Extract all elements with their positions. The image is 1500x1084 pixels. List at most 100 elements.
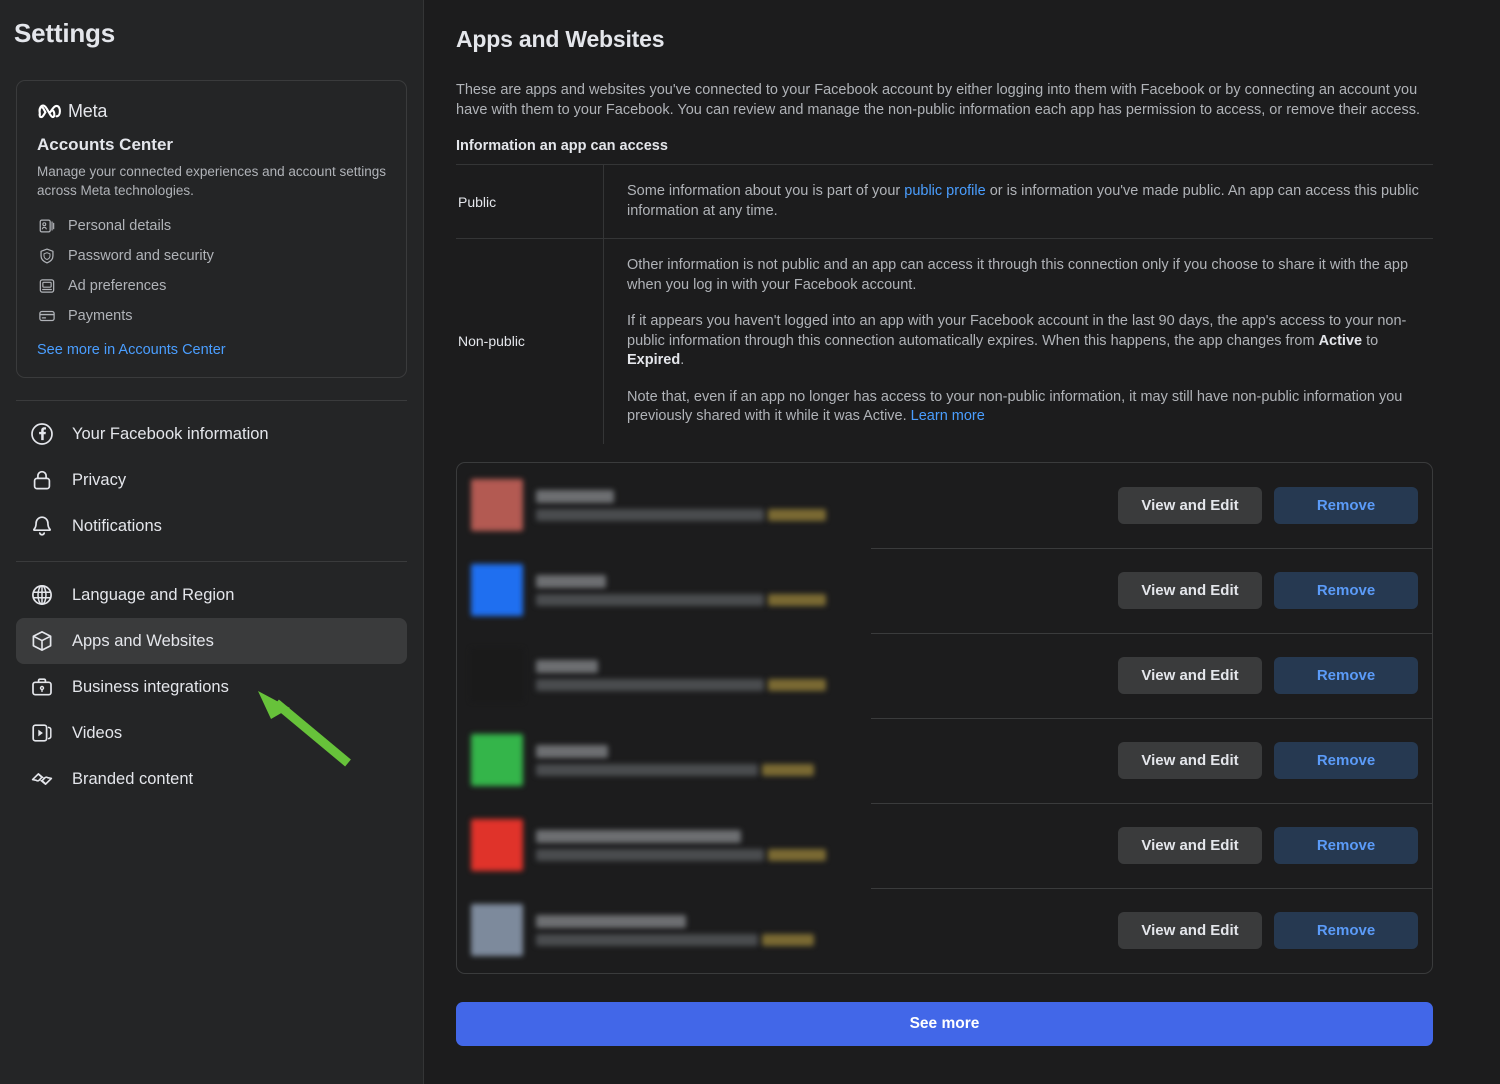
sidebar-item-label: Branded content [72, 769, 194, 788]
sidebar-item-branded-content[interactable]: Branded content [16, 756, 407, 802]
text-run: Note that, even if an app no longer has … [627, 388, 1403, 425]
sidebar-item-language-and-region[interactable]: Language and Region [16, 572, 407, 618]
info-paragraph: Note that, even if an app no longer has … [627, 388, 1433, 427]
text-run: to [1362, 332, 1379, 349]
blurred-status-text [768, 593, 826, 606]
handshake-icon [30, 767, 54, 791]
remove-button[interactable]: Remove [1274, 656, 1418, 694]
blurred-text [536, 678, 764, 691]
sidebar-item-label: Business integrations [72, 677, 229, 696]
app-detail-blurred [536, 848, 826, 861]
credit-card-icon [37, 306, 57, 326]
accounts-center-item-label: Ad preferences [68, 278, 167, 294]
blurred-text [536, 489, 614, 503]
sidebar-item-your-facebook-information[interactable]: Your Facebook information [16, 411, 407, 457]
app-row-actions: View and Edit Remove [1118, 571, 1418, 609]
sidebar-item-apps-and-websites[interactable]: Apps and Websites [16, 618, 407, 664]
shield-icon [37, 246, 57, 266]
inline-link[interactable]: Learn more [911, 408, 985, 424]
see-more-in-accounts-center-link[interactable]: See more in Accounts Center [37, 342, 226, 358]
app-logo-icon [471, 649, 523, 701]
accounts-center-item-label: Personal details [68, 218, 172, 234]
app-row-actions: View and Edit Remove [1118, 656, 1418, 694]
remove-button[interactable]: Remove [1274, 911, 1418, 949]
sidebar-item-label: Language and Region [72, 585, 235, 604]
info-access-table: Public Some information about you is par… [456, 164, 1433, 444]
accounts-center-item-ad-preferences[interactable]: Ad preferences [37, 271, 386, 301]
blurred-status-text [762, 933, 814, 946]
app-detail-blurred [536, 593, 826, 606]
info-paragraph: Other information is not public and an a… [627, 256, 1433, 295]
remove-button[interactable]: Remove [1274, 486, 1418, 524]
emphasis-text: Expired [627, 352, 681, 368]
remove-button[interactable]: Remove [1274, 571, 1418, 609]
app-list-row: View and Edit Remove [457, 632, 1432, 718]
app-detail-blurred [536, 933, 814, 946]
app-logo-icon [471, 904, 523, 956]
sidebar-divider-2 [16, 561, 407, 562]
facebook-icon [30, 422, 54, 446]
blurred-text [536, 848, 764, 861]
app-name-blurred [536, 914, 814, 928]
view-and-edit-button[interactable]: View and Edit [1118, 741, 1262, 779]
accounts-center-item-label: Payments [68, 308, 133, 324]
app-identity [471, 649, 1118, 701]
globe-icon [30, 583, 54, 607]
sidebar: Settings Meta Accounts Center Manage you… [0, 0, 424, 1084]
settings-page: Settings Meta Accounts Center Manage you… [0, 0, 1500, 1084]
remove-button[interactable]: Remove [1274, 741, 1418, 779]
sidebar-item-label: Videos [72, 723, 123, 742]
accounts-center-item-payments[interactable]: Payments [37, 301, 386, 331]
app-identity [471, 819, 1118, 871]
inline-link[interactable]: public profile [904, 183, 985, 199]
blurred-text [536, 829, 741, 843]
connected-apps-list: View and Edit Remove View and Edit Remove Vi… [456, 461, 1433, 974]
app-meta [536, 659, 826, 691]
accounts-center-item-password-and-security[interactable]: Password and security [37, 241, 386, 271]
cube-icon [30, 629, 54, 653]
see-more-button[interactable]: See more [456, 1001, 1433, 1046]
blurred-text [536, 933, 758, 946]
ad-preferences-icon [37, 276, 57, 296]
info-section-subheading: Information an app can access [456, 138, 668, 154]
blurred-status-text [768, 678, 826, 691]
meta-logo-icon [37, 104, 61, 119]
accounts-center-item-label: Password and security [68, 248, 214, 264]
app-logo-icon [471, 479, 523, 531]
page-title: Apps and Websites [456, 26, 665, 52]
info-row-body: Other information is not public and an a… [604, 239, 1433, 444]
sidebar-item-business-integrations[interactable]: Business integrations [16, 664, 407, 710]
sidebar-item-privacy[interactable]: Privacy [16, 457, 407, 503]
view-and-edit-button[interactable]: View and Edit [1118, 826, 1262, 864]
app-list-row: View and Edit Remove [457, 717, 1432, 803]
app-list-row: View and Edit Remove [457, 887, 1432, 973]
view-and-edit-button[interactable]: View and Edit [1118, 571, 1262, 609]
app-meta [536, 489, 826, 521]
app-detail-blurred [536, 678, 826, 691]
sidebar-item-label: Apps and Websites [72, 631, 214, 650]
app-row-actions: View and Edit Remove [1118, 911, 1418, 949]
accounts-center-description: Manage your connected experiences and ac… [37, 164, 386, 198]
personal-details-icon [37, 216, 57, 236]
briefcase-icon [30, 675, 54, 699]
main-content: Apps and Websites These are apps and web… [424, 0, 1500, 1084]
text-run: If it appears you haven't logged into an… [627, 313, 1407, 349]
sidebar-item-videos[interactable]: Videos [16, 710, 407, 756]
info-row-label: Public [456, 165, 604, 238]
info-row-body: Some information about you is part of yo… [604, 165, 1433, 238]
text-run: Some information about you is part of yo… [627, 183, 905, 199]
blurred-status-text [768, 508, 826, 521]
view-and-edit-button[interactable]: View and Edit [1118, 911, 1262, 949]
app-name-blurred [536, 829, 826, 843]
view-and-edit-button[interactable]: View and Edit [1118, 486, 1262, 524]
text-run: . [680, 352, 685, 368]
remove-button[interactable]: Remove [1274, 826, 1418, 864]
sidebar-item-notifications[interactable]: Notifications [16, 503, 407, 549]
info-paragraph: If it appears you haven't logged into an… [627, 312, 1433, 371]
view-and-edit-button[interactable]: View and Edit [1118, 656, 1262, 694]
app-detail-blurred [536, 508, 826, 521]
accounts-center-title: Accounts Center [37, 135, 174, 154]
accounts-center-item-personal-details[interactable]: Personal details [37, 211, 386, 241]
blurred-status-text [768, 848, 826, 861]
accounts-center-card: Meta Accounts Center Manage your connect… [16, 80, 407, 378]
